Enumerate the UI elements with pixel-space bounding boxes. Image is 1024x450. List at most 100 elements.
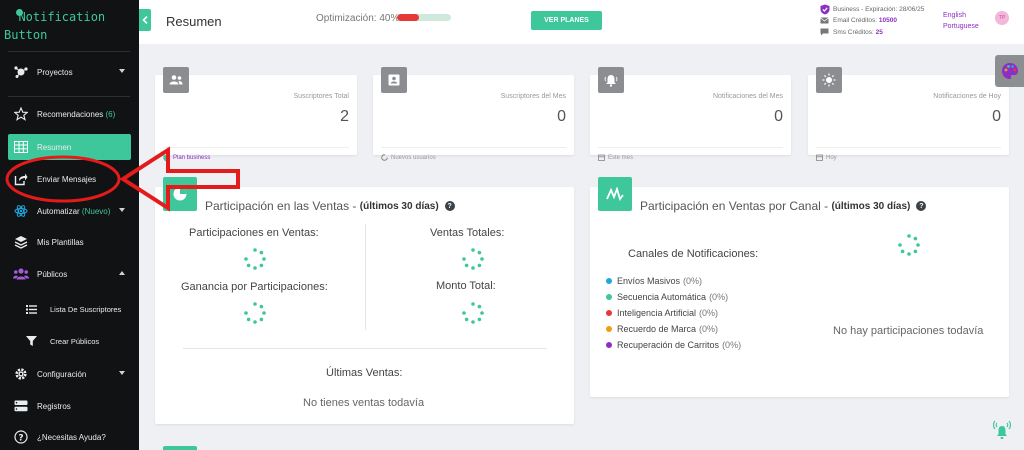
- help-icon[interactable]: ?: [444, 201, 455, 211]
- stat-title: Notificaciones del Mes: [712, 93, 783, 100]
- chevron-left-icon: [142, 16, 148, 24]
- legend-label: Envíos Masivos: [617, 276, 681, 286]
- sidebar-item-label: Mis Plantillas: [37, 237, 84, 247]
- refresh-icon: [381, 154, 388, 161]
- bell-icon: [598, 67, 624, 93]
- star-icon: [8, 107, 34, 121]
- brand-logo[interactable]: Notification Button: [4, 6, 134, 42]
- loading-spinner-icon: [898, 234, 920, 256]
- ver-planes-button[interactable]: VER PLANES: [531, 11, 602, 30]
- layers-icon: [8, 235, 34, 249]
- sidebar-item-label: Configuración: [37, 369, 87, 379]
- stat-title: Notificaciones de Hoy: [933, 93, 1001, 100]
- sidebar-item-lista-suscriptores[interactable]: Lista De Suscriptores: [18, 296, 131, 322]
- legend-label: Secuencia Automática: [617, 292, 707, 302]
- shield-check-icon: [163, 154, 170, 162]
- stat-card-suscriptores-total: Suscriptores Total 2 Plan business: [155, 67, 357, 162]
- gear-icon: [8, 367, 34, 381]
- email-credits-value: 10500: [878, 17, 897, 24]
- sidebar-item-label: ¿Necesitas Ayuda?: [37, 432, 106, 442]
- contact-card-icon: [381, 67, 407, 93]
- legend-label: Inteligencia Artificial: [617, 308, 697, 318]
- calendar-icon: [598, 154, 605, 161]
- ventas-totales-label: Ventas Totales:: [430, 227, 505, 239]
- envelope-icon: [820, 17, 833, 24]
- legend-label: Recuerdo de Marca: [617, 324, 697, 334]
- stat-divider: [381, 147, 566, 148]
- legend-item-envios-masivos: Envíos Masivos (0%): [606, 276, 702, 286]
- sidebar-item-ayuda[interactable]: ? ¿Necesitas Ayuda?: [8, 424, 131, 450]
- avatar[interactable]: TP: [995, 11, 1009, 25]
- sidebar-item-publicos[interactable]: Públicos: [8, 261, 131, 287]
- vertical-divider: [365, 224, 366, 330]
- legend-dot: [606, 278, 612, 284]
- sidebar-item-resumen[interactable]: Resumen: [8, 134, 131, 160]
- legend-percent: (0%): [709, 292, 729, 302]
- lang-portuguese-link[interactable]: Portuguese: [943, 23, 979, 30]
- stat-card-notificaciones-hoy: Notificaciones de Hoy 0 Hoy: [808, 67, 1009, 161]
- users-icon: [163, 67, 189, 93]
- legend-item-secuencia-automatica: Secuencia Automática (0%): [606, 292, 728, 302]
- stat-footer: Plan business: [173, 155, 211, 161]
- optimization-progress-fill: [397, 14, 419, 21]
- chevron-down-icon: [119, 208, 125, 212]
- theme-palette-button[interactable]: [995, 55, 1024, 87]
- sidebar-item-registros[interactable]: Registros: [8, 393, 131, 419]
- no-participations-message: No hay participaciones todavía: [833, 325, 984, 337]
- legend-item-inteligencia-artificial: Inteligencia Artificial (0%): [606, 308, 718, 318]
- svg-text:?: ?: [18, 433, 23, 443]
- atom-icon: [8, 204, 34, 218]
- help-icon: ?: [8, 430, 34, 444]
- no-sales-message: No tienes ventas todavía: [303, 397, 425, 409]
- monto-total-label: Monto Total:: [436, 280, 496, 292]
- legend-label: Recuperación de Carritos: [617, 340, 720, 350]
- stat-value: 0: [557, 108, 566, 125]
- sidebar-item-label: Automatizar: [37, 206, 80, 216]
- sidebar-item-label: Crear Públicos: [50, 336, 100, 346]
- legend-percent: (0%): [683, 276, 703, 286]
- legend-item-recuperacion-carritos: Recuperación de Carritos (0%): [606, 340, 741, 350]
- participaciones-label: Participaciones en Ventas:: [189, 227, 319, 239]
- stat-divider: [598, 147, 783, 148]
- nuevo-badge: (Nuevo): [81, 206, 111, 216]
- stat-card-notificaciones-mes: Notificaciones del Mes 0 Este mes: [590, 67, 791, 161]
- sms-credits: Sms Créditos: 25: [820, 28, 883, 36]
- sidebar-item-label: Públicos: [37, 269, 68, 279]
- stat-footer: Este mes: [608, 154, 634, 161]
- sidebar-item-automatizar[interactable]: Automatizar (Nuevo): [8, 198, 131, 224]
- stat-divider: [163, 147, 349, 148]
- sidebar-item-recomendaciones[interactable]: Recomendaciones (6): [8, 101, 131, 127]
- loading-spinner-icon: [244, 248, 266, 270]
- help-icon[interactable]: ?: [916, 201, 927, 211]
- stat-value: 0: [774, 108, 783, 125]
- grid-icon: [8, 141, 34, 153]
- card-period: (últimos 30 días): [831, 200, 911, 212]
- legend-dot: [606, 310, 612, 316]
- legend-percent: (0%): [722, 340, 742, 350]
- loading-spinner-icon: [244, 302, 266, 324]
- sidebar-item-label: Lista De Suscriptores: [50, 304, 122, 314]
- collapse-sidebar-button[interactable]: [139, 9, 151, 31]
- sidebar-item-label: Resumen: [37, 142, 72, 152]
- sidebar-item-enviar-mensajes[interactable]: Enviar Mensajes: [8, 166, 131, 192]
- sidebar-divider: [8, 51, 130, 52]
- card-title: Participación en las Ventas -: [205, 199, 357, 213]
- sidebar-item-label: Enviar Mensajes: [37, 174, 97, 184]
- sidebar-item-label: Proyectos: [37, 67, 73, 77]
- bottom-card-header: [163, 446, 197, 450]
- chevron-up-icon: [119, 271, 125, 275]
- sidebar-item-proyectos[interactable]: Proyectos: [8, 59, 131, 85]
- sidebar-item-configuracion[interactable]: Configuración: [8, 361, 131, 387]
- lang-english-link[interactable]: English: [943, 12, 966, 19]
- list-icon: [18, 304, 44, 314]
- horizontal-divider: [183, 348, 547, 349]
- sidebar-item-mis-plantillas[interactable]: Mis Plantillas: [8, 229, 131, 255]
- loading-spinner-icon: [462, 302, 484, 324]
- stat-title: Suscriptores del Mes: [500, 93, 566, 100]
- optimization-progress-bar: [397, 14, 451, 21]
- chat-icon: [820, 28, 833, 36]
- page-title: Resumen: [166, 14, 222, 29]
- chevron-down-icon: [119, 371, 125, 375]
- sidebar-item-crear-publicos[interactable]: Crear Públicos: [18, 328, 131, 354]
- notification-bell-icon[interactable]: [993, 420, 1011, 442]
